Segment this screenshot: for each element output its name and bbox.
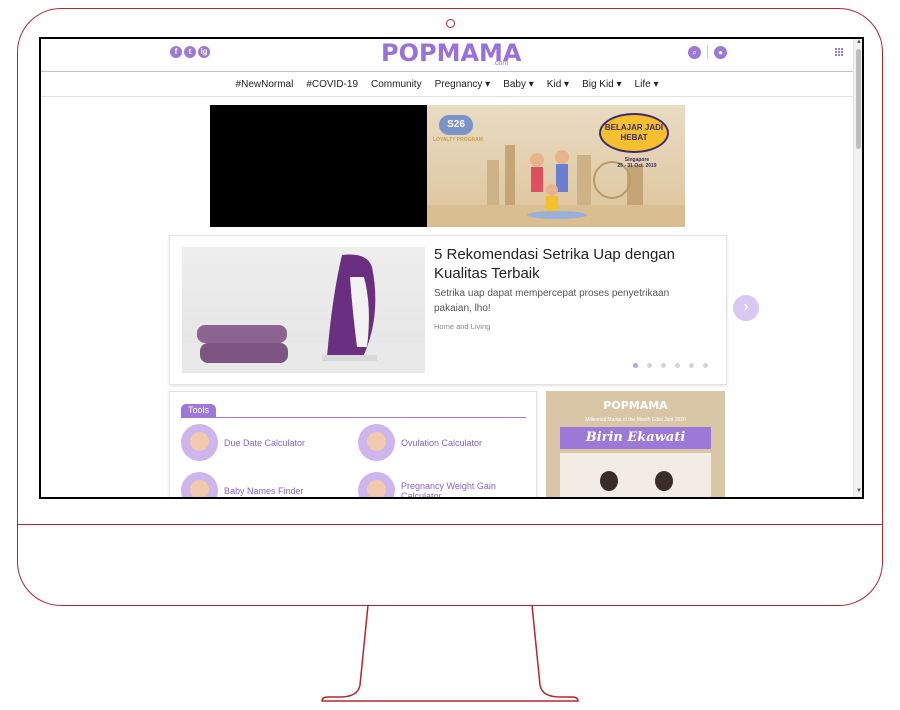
promo-subtitle: Millennial Mama of the Month Edisi Juni … (585, 417, 686, 423)
header-actions: ⌕ ● (688, 45, 727, 59)
facebook-icon[interactable]: f (170, 46, 182, 58)
main-navigation: #NewNormal #COVID-19 Community Pregnancy… (41, 72, 853, 97)
tool-baby-names[interactable]: Baby Names Finder (181, 472, 304, 497)
ad-video-slot[interactable] (210, 105, 427, 227)
apps-grid-icon[interactable] (835, 48, 844, 57)
scale-icon (358, 472, 395, 497)
tool-ovulation[interactable]: Ovulation Calculator (358, 424, 482, 461)
monitor-chin-divider (17, 524, 883, 525)
tool-weight-gain[interactable]: Pregnancy Weight Gain Calculator (358, 472, 508, 499)
baby-icon (181, 472, 218, 497)
carousel-dot[interactable] (675, 363, 680, 368)
monitor-stand (321, 605, 579, 702)
featured-article-card[interactable]: 5 Rekomendasi Setrika Uap dengan Kualita… (169, 235, 727, 385)
carousel-dot[interactable] (633, 363, 638, 368)
ad-location-date: Singapore 25 - 31 Oct. 2019 (607, 157, 667, 169)
tool-label: Baby Names Finder (224, 485, 304, 496)
tools-panel: Tools Due Date Calculator Ovulation Calc… (169, 391, 537, 499)
iron-and-towels-illustration (182, 254, 425, 373)
carousel-dot[interactable] (647, 363, 652, 368)
tools-heading: Tools (181, 404, 217, 417)
carousel-dot[interactable] (703, 363, 708, 368)
browser-screen: f t ig POPMAMA .com ⌕ ● #NewNormal #COVI… (39, 37, 864, 499)
scroll-down-icon[interactable]: ▼ (856, 488, 862, 494)
featured-image[interactable] (182, 247, 425, 373)
carousel-dot[interactable] (689, 363, 694, 368)
nav-item-life[interactable]: Life ▾ (635, 79, 659, 90)
tool-due-date[interactable]: Due Date Calculator (181, 424, 305, 461)
nav-item-newnormal[interactable]: #NewNormal (236, 79, 294, 90)
promo-name: Birin Ekawati (560, 427, 711, 449)
promo-banner[interactable]: POPMAMA Millennial Mama of the Month Edi… (546, 391, 725, 497)
promo-logo: POPMAMA (603, 399, 668, 412)
ad-headline-1: BELAJAR JADI (604, 123, 664, 132)
social-links: f t ig (170, 46, 210, 58)
ad-banner[interactable]: S26 LOYALTY PROGRAM BELAJAR JADI HEBAT S… (427, 105, 685, 227)
carousel-next-button[interactable]: › (733, 295, 759, 321)
ad-brand-logo: S26 (439, 115, 473, 135)
nav-item-community[interactable]: Community (371, 79, 422, 90)
scroll-up-icon[interactable]: ▲ (856, 39, 862, 45)
featured-title[interactable]: 5 Rekomendasi Setrika Uap dengan Kualita… (434, 245, 684, 283)
kids-illustration (527, 150, 587, 219)
tools-header: Tools (181, 403, 526, 418)
site-header: f t ig POPMAMA .com ⌕ ● (41, 39, 853, 72)
nav-item-baby[interactable]: Baby ▾ (503, 79, 534, 90)
ad-headline-2: HEBAT (620, 133, 648, 142)
site-logo[interactable]: POPMAMA .com (381, 40, 522, 67)
tool-label: Due Date Calculator (224, 437, 306, 448)
pregnant-mom-icon (181, 424, 218, 461)
ad-program: LOYALTY PROGRAM (433, 137, 483, 143)
webcam-icon (446, 19, 455, 28)
carousel-dot[interactable] (661, 363, 666, 368)
promo-photo (560, 453, 711, 497)
ad-headline-badge: BELAJAR JADI HEBAT (599, 113, 669, 153)
egg-icon (358, 424, 395, 461)
user-icon[interactable]: ● (714, 45, 727, 59)
page-scrollbar[interactable]: ▲ ▼ (853, 39, 862, 497)
logo-domain: .com (493, 60, 509, 67)
tool-label: Pregnancy Weight Gain Calculator (401, 480, 496, 499)
scroll-thumb[interactable] (856, 49, 861, 149)
carousel-dots (633, 363, 708, 368)
nav-item-covid[interactable]: #COVID-19 (306, 79, 358, 90)
nav-item-pregnancy[interactable]: Pregnancy ▾ (435, 79, 491, 90)
search-icon[interactable]: ⌕ (688, 45, 701, 59)
header-divider (707, 45, 708, 59)
twitter-icon[interactable]: t (184, 46, 196, 58)
featured-description: Setrika uap dapat mempercepat proses pen… (434, 288, 670, 314)
ad-date: 25 - 31 Oct. 2019 (617, 163, 657, 169)
tool-label: Ovulation Calculator (401, 437, 483, 448)
nav-item-kid[interactable]: Kid ▾ (547, 79, 569, 90)
featured-category[interactable]: Home and Living (434, 322, 490, 331)
instagram-icon[interactable]: ig (198, 46, 210, 58)
nav-item-big-kid[interactable]: Big Kid ▾ (582, 79, 621, 90)
